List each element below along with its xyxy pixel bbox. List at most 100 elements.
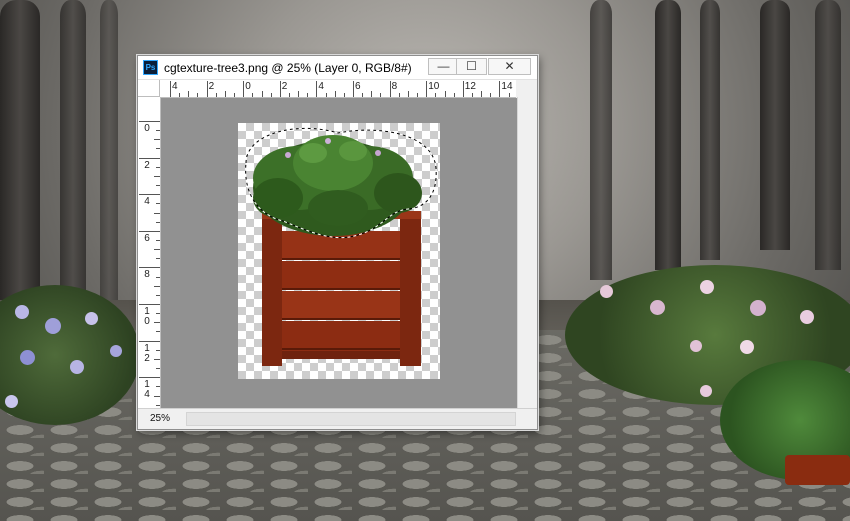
zoom-level-field[interactable]: 25% [150, 411, 178, 426]
tree-trunk [590, 0, 612, 280]
ruler-tick [154, 139, 160, 141]
ruler-tick [154, 212, 160, 214]
ruler-tick [154, 395, 160, 397]
flower [20, 350, 35, 365]
ruler-number: 10 [428, 81, 440, 92]
ruler-number: 12 [144, 342, 150, 364]
ruler-tick [288, 93, 290, 97]
ruler-tick [156, 386, 160, 388]
ruler-tick [426, 81, 428, 97]
tree-trunk [815, 0, 841, 270]
ruler-number: 6 [355, 81, 361, 92]
flower [15, 305, 29, 319]
ruler-tick [206, 81, 208, 97]
ruler-tick [398, 93, 400, 97]
ruler-tick [261, 91, 263, 97]
flower [600, 285, 613, 298]
ruler-tick [179, 93, 181, 97]
ruler-tick [234, 93, 236, 97]
maximize-button[interactable]: ☐ [456, 58, 487, 75]
canvas-area[interactable] [161, 98, 517, 408]
ruler-number: 12 [464, 81, 476, 92]
ruler-number: 4 [172, 81, 178, 92]
planter-box [785, 455, 850, 485]
ruler-tick [154, 285, 160, 287]
ruler-tick [156, 130, 160, 132]
ruler-tick [353, 81, 354, 97]
flower [740, 340, 754, 354]
ruler-tick [139, 230, 160, 232]
ruler-tick [156, 294, 160, 296]
vertical-ruler[interactable]: 0 2 4 6 8 10 12 14 [138, 97, 161, 408]
ruler-tick [154, 175, 160, 177]
ruler-tick [462, 81, 464, 97]
ruler-tick [215, 93, 217, 97]
ruler-tick [156, 239, 160, 241]
ruler-tick [224, 91, 226, 97]
ruler-number: 2 [208, 81, 215, 92]
document-window[interactable]: Ps cgtexture-tree3.png @ 25% (Layer 0, R… [137, 55, 538, 430]
tree-trunk [655, 0, 681, 270]
ruler-tick [481, 91, 483, 97]
ruler-tick [139, 340, 160, 342]
ruler-tick [139, 194, 160, 196]
ruler-tick [279, 81, 281, 97]
ruler-tick [156, 166, 160, 168]
flower [70, 360, 84, 374]
ruler-tick [508, 93, 510, 97]
ruler-origin[interactable] [138, 80, 160, 97]
ruler-tick [243, 81, 245, 97]
ruler-tick [499, 81, 501, 97]
ruler-number: 4 [144, 196, 150, 208]
ruler-tick [197, 93, 199, 97]
document-canvas[interactable] [238, 123, 440, 379]
flower [650, 300, 665, 315]
ruler-tick [362, 93, 364, 97]
ruler-tick [298, 91, 300, 97]
ruler-tick [453, 93, 455, 97]
ruler-number: 2 [144, 159, 150, 171]
vertical-scrollbar[interactable] [517, 97, 537, 408]
ruler-tick [490, 93, 492, 97]
minimize-button[interactable]: — [428, 58, 459, 75]
ruler-tick [316, 81, 318, 97]
title-bar[interactable]: Ps cgtexture-tree3.png @ 25% (Layer 0, R… [138, 56, 537, 80]
ruler-tick [407, 91, 409, 97]
ruler-tick [154, 358, 160, 360]
ruler-tick [156, 221, 160, 223]
horizontal-ruler[interactable]: 4 2 0 2 4 6 8 10 12 14 [160, 80, 516, 98]
window-title: cgtexture-tree3.png @ 25% (Layer 0, RGB/… [164, 61, 412, 75]
flower [85, 312, 98, 325]
ruler-tick [139, 304, 160, 305]
ruler-tick [389, 81, 391, 97]
ruler-tick [139, 157, 160, 159]
tree-trunk [700, 0, 720, 260]
ruler-tick [334, 91, 336, 97]
ruler-number: 2 [281, 81, 288, 92]
ruler-number: 6 [144, 232, 150, 244]
close-button[interactable]: ✕ [488, 58, 531, 75]
ruler-number: 0 [245, 81, 251, 92]
ruler-tick [156, 203, 160, 205]
ruler-number: 14 [144, 379, 150, 401]
ruler-tick [471, 93, 473, 97]
ruler-tick [307, 93, 309, 97]
ruler-tick [156, 258, 160, 260]
ruler-number: 8 [391, 81, 398, 92]
ruler-tick [371, 91, 373, 97]
tree-trunk [0, 0, 40, 330]
ruler-number: 10 [144, 306, 150, 327]
ruler-tick [156, 185, 160, 187]
tree-trunk [60, 0, 86, 310]
flower [750, 300, 766, 316]
ruler-tick [444, 91, 446, 97]
ruler-tick [270, 93, 272, 97]
flower [110, 345, 122, 357]
ruler-tick [170, 81, 171, 97]
ruler-tick [154, 322, 160, 324]
flower [5, 395, 18, 408]
ruler-tick [156, 148, 160, 150]
horizontal-scrollbar[interactable] [186, 412, 516, 426]
ruler-tick [139, 377, 160, 379]
flower [690, 340, 702, 352]
